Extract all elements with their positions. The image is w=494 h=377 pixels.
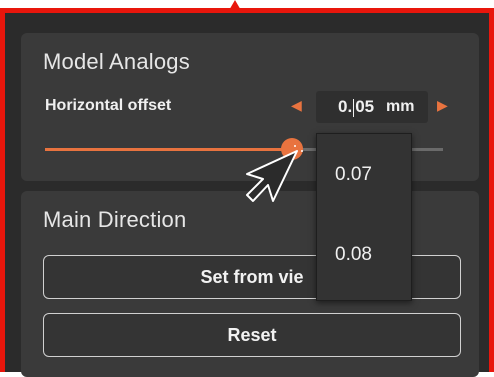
dropdown-option[interactable]: 0.07 (335, 164, 372, 186)
decrement-arrow-icon[interactable]: ◀ (291, 97, 302, 114)
increment-arrow-icon[interactable]: ▶ (437, 97, 448, 114)
highlight-frame: Model Analogs Horizontal offset ◀ 0. 05 m… (0, 8, 494, 377)
offset-value: 0. 05 (338, 97, 375, 117)
value-dropdown[interactable]: 0.07 0.08 (316, 133, 412, 301)
section-title: Model Analogs (43, 49, 190, 74)
arrow-cursor-icon (246, 145, 303, 202)
section-title: Main Direction (43, 207, 187, 232)
horizontal-offset-label: Horizontal offset (45, 97, 172, 114)
dropdown-option[interactable]: 0.08 (335, 244, 372, 266)
offset-unit: mm (386, 98, 415, 115)
horizontal-offset-input[interactable]: 0. 05 mm (316, 91, 428, 123)
reset-button[interactable]: Reset (43, 313, 461, 357)
